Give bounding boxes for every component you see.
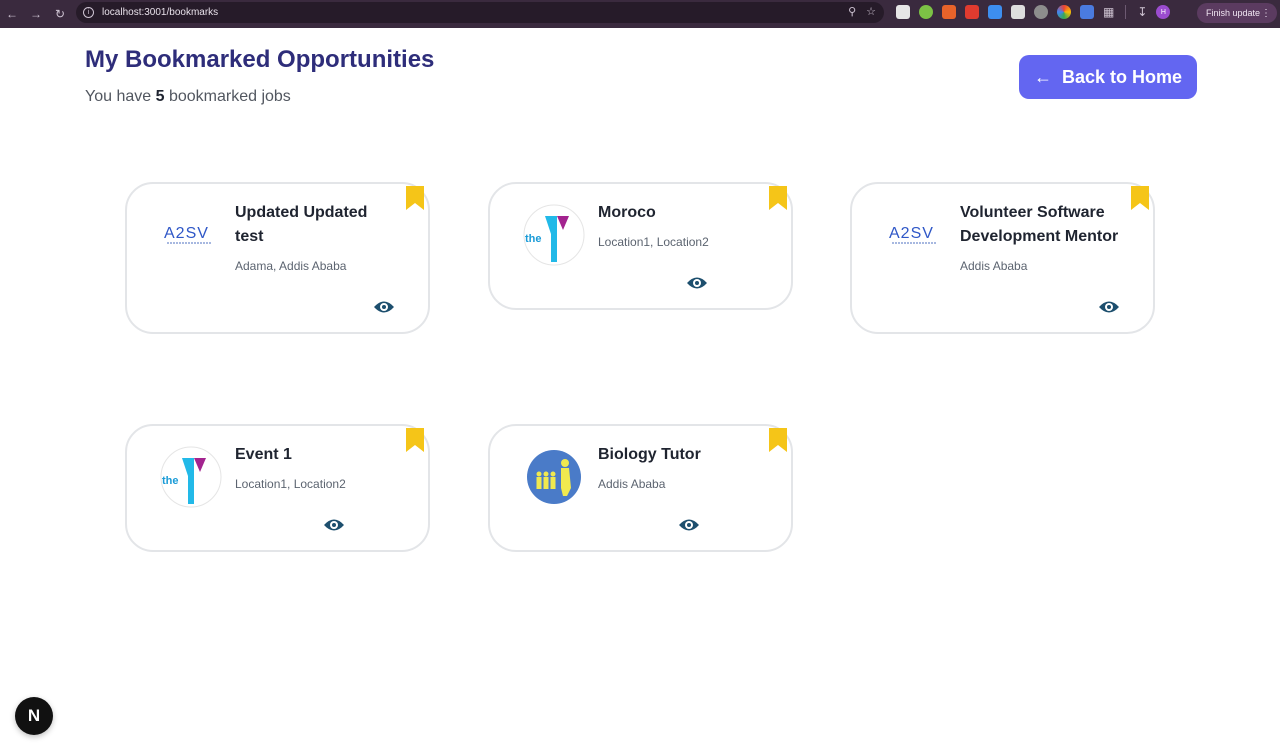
- profile-avatar[interactable]: H: [1156, 5, 1171, 19]
- bookmark-card[interactable]: Biology Tutor Addis Ababa: [488, 424, 793, 552]
- zoom-icon[interactable]: ⚲: [848, 5, 856, 18]
- extension-icon[interactable]: [896, 5, 910, 19]
- card-location: Addis Ababa: [598, 477, 666, 491]
- extension-icon[interactable]: [1080, 5, 1094, 19]
- a2sv-logo-text: A2SV: [889, 225, 934, 242]
- bookmark-icon[interactable]: [406, 428, 424, 452]
- a2sv-logo: A2SV: [160, 204, 222, 266]
- extensions-puzzle-icon[interactable]: ▦: [1103, 5, 1114, 19]
- the-y-logo: the: [523, 204, 585, 266]
- card-title: Event 1: [235, 446, 292, 463]
- kebab-menu-icon: ⋮: [1261, 7, 1271, 19]
- eye-icon[interactable]: [678, 517, 700, 533]
- finish-update-label: Finish update: [1206, 8, 1261, 18]
- card-location: Addis Ababa: [960, 259, 1028, 273]
- card-location: Adama, Addis Ababa: [235, 259, 347, 273]
- card-title: Updated Updated test: [235, 204, 368, 245]
- bookmark-card[interactable]: A2SV Volunteer Software Development Ment…: [850, 182, 1155, 334]
- eye-icon[interactable]: [686, 275, 708, 291]
- eye-icon[interactable]: [373, 299, 395, 315]
- extension-icon[interactable]: [1057, 5, 1071, 19]
- the-y-logo: the: [160, 446, 222, 508]
- star-icon[interactable]: ☆: [866, 5, 876, 18]
- extension-icon[interactable]: [1011, 5, 1025, 19]
- extension-icon[interactable]: [919, 5, 933, 19]
- eye-icon[interactable]: [1098, 299, 1120, 315]
- card-location: Location1, Location2: [235, 477, 346, 491]
- a2sv-logo: A2SV: [885, 204, 947, 266]
- arrow-left-icon: ←: [1033, 66, 1052, 87]
- the-y-logo-text: the: [162, 475, 179, 487]
- toolbar-divider: [1125, 5, 1127, 19]
- a2sv-logo-text: A2SV: [164, 225, 209, 242]
- bookmark-count-text: You have 5 bookmarked jobs: [85, 88, 291, 106]
- card-title: Biology Tutor: [598, 446, 701, 463]
- bookmark-count: 5: [155, 88, 165, 105]
- site-info-icon[interactable]: i: [83, 7, 94, 18]
- bookmark-icon[interactable]: [406, 186, 424, 210]
- extension-icon[interactable]: [942, 5, 956, 19]
- page-title: My Bookmarked Opportunities: [85, 46, 435, 73]
- download-icon[interactable]: ↧: [1137, 5, 1147, 19]
- eye-icon[interactable]: [323, 517, 345, 533]
- reload-icon[interactable]: ↻: [50, 4, 70, 24]
- back-to-home-label: Back to Home: [1061, 66, 1183, 87]
- forward-nav-icon[interactable]: →: [26, 4, 46, 24]
- back-to-home-button[interactable]: ← Back to Home: [1019, 55, 1197, 99]
- bookmark-icon[interactable]: [1131, 186, 1149, 210]
- extension-icon[interactable]: [1034, 5, 1048, 19]
- extension-icon[interactable]: [965, 5, 979, 19]
- address-url: localhost:3001/bookmarks: [102, 7, 219, 18]
- card-title: Volunteer Software Development Mentor: [960, 204, 1119, 245]
- card-location: Location1, Location2: [598, 235, 709, 249]
- bookmark-icon[interactable]: [769, 428, 787, 452]
- nextjs-dev-badge[interactable]: N: [15, 697, 53, 735]
- family-logo: [523, 446, 585, 508]
- bookmark-card[interactable]: the Moroco Location1, Location2: [488, 182, 793, 310]
- subtitle-suffix: bookmarked jobs: [168, 88, 291, 105]
- card-title: Moroco: [598, 204, 656, 221]
- subtitle-prefix: You have: [85, 88, 152, 105]
- the-y-logo-text: the: [525, 233, 542, 245]
- address-bar[interactable]: i localhost:3001/bookmarks ⚲ ☆: [76, 2, 884, 23]
- finish-update-button[interactable]: Finish update ⋮: [1197, 3, 1277, 23]
- bookmark-icon[interactable]: [769, 186, 787, 210]
- bookmark-card[interactable]: the Event 1 Location1, Location2: [125, 424, 430, 552]
- back-nav-icon[interactable]: ←: [2, 4, 22, 24]
- extension-icon[interactable]: [988, 5, 1002, 19]
- bookmark-card[interactable]: A2SV Updated Updated test Adama, Addis A…: [125, 182, 430, 334]
- browser-toolbar: ← → ↻ i localhost:3001/bookmarks ⚲ ☆ ▦ ↧…: [0, 0, 1280, 28]
